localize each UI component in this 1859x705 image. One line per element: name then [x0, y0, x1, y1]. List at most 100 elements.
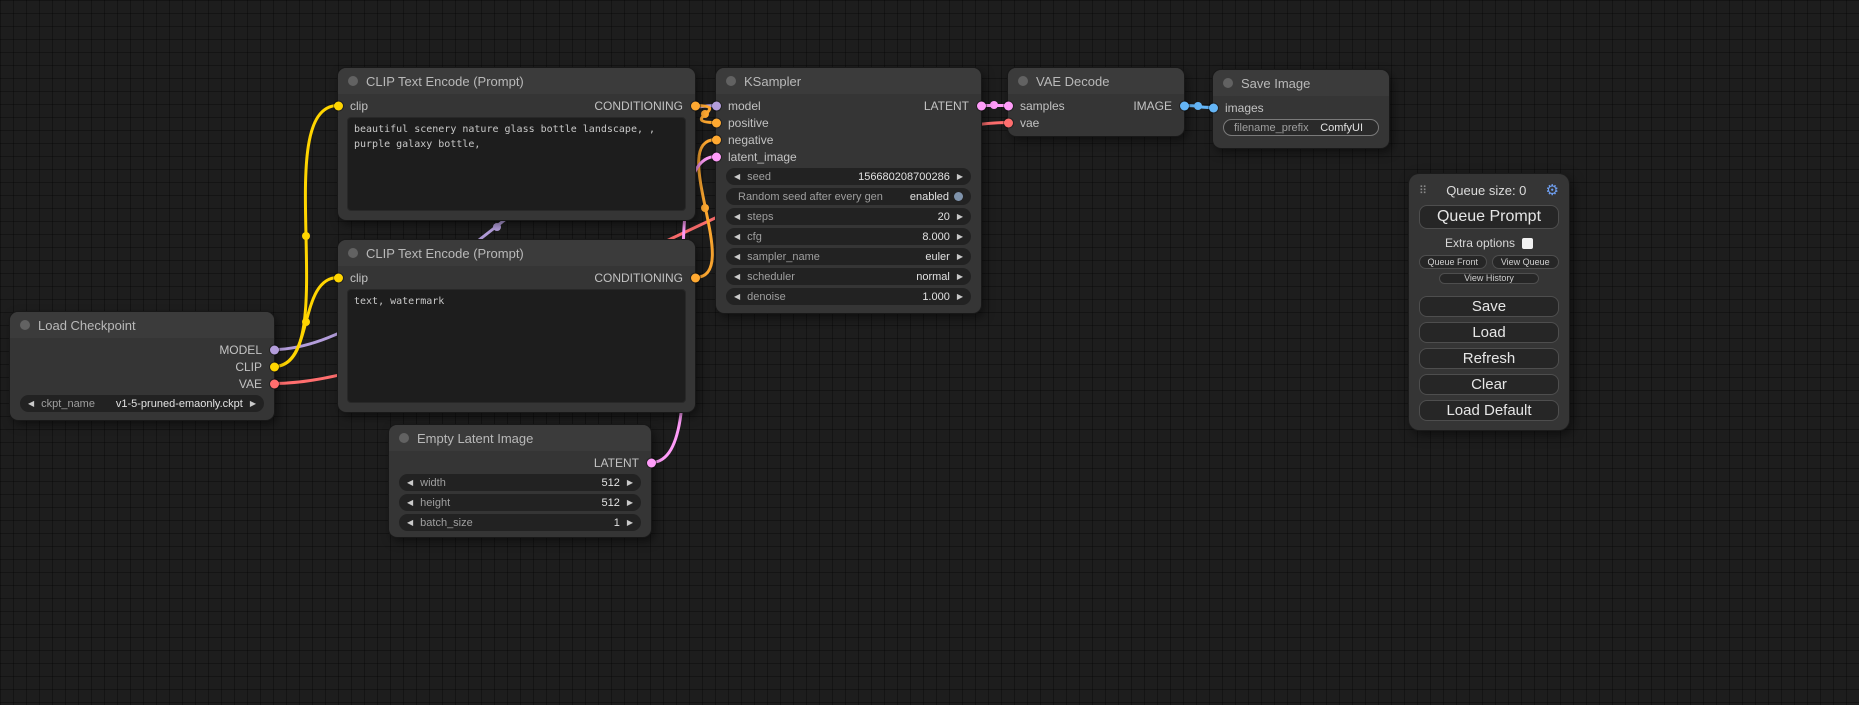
- load-button[interactable]: Load: [1419, 322, 1559, 343]
- node-title-bar[interactable]: VAE Decode: [1008, 68, 1184, 94]
- extra-options-checkbox[interactable]: [1522, 238, 1533, 249]
- increment-arrow-icon[interactable]: ▶: [627, 519, 633, 527]
- node-collapse-dot-icon[interactable]: [348, 248, 358, 258]
- node-collapse-dot-icon[interactable]: [1018, 76, 1028, 86]
- scheduler-widget[interactable]: ◀ scheduler normal ▶: [726, 268, 971, 285]
- increment-arrow-icon[interactable]: ▶: [957, 233, 963, 241]
- decrement-arrow-icon[interactable]: ◀: [407, 479, 413, 487]
- extra-options-label: Extra options: [1445, 236, 1515, 250]
- clip-input-dot[interactable]: [334, 273, 343, 282]
- input-slot-negative: negative: [716, 131, 981, 148]
- node-title-bar[interactable]: CLIP Text Encode (Prompt): [338, 240, 695, 266]
- vae-input-dot[interactable]: [1004, 118, 1013, 127]
- node-title: CLIP Text Encode (Prompt): [366, 246, 524, 261]
- node-collapse-dot-icon[interactable]: [1223, 78, 1233, 88]
- node-title-bar[interactable]: CLIP Text Encode (Prompt): [338, 68, 695, 94]
- latent-output-dot[interactable]: [977, 101, 986, 110]
- height-widget[interactable]: ◀ height 512 ▶: [399, 494, 641, 511]
- decrement-arrow-icon[interactable]: ◀: [734, 233, 740, 241]
- positive-input-dot[interactable]: [712, 118, 721, 127]
- increment-arrow-icon[interactable]: ▶: [957, 293, 963, 301]
- batch-size-widget[interactable]: ◀ batch_size 1 ▶: [399, 514, 641, 531]
- increment-arrow-icon[interactable]: ▶: [627, 499, 633, 507]
- conditioning-output-dot[interactable]: [691, 101, 700, 110]
- decrement-arrow-icon[interactable]: ◀: [734, 213, 740, 221]
- slot-label: latent_image: [728, 150, 797, 164]
- decrement-arrow-icon[interactable]: ◀: [734, 173, 740, 181]
- node-collapse-dot-icon[interactable]: [399, 433, 409, 443]
- settings-gear-icon[interactable]: ⚙: [1546, 181, 1559, 199]
- refresh-button[interactable]: Refresh: [1419, 348, 1559, 369]
- conditioning-output-dot[interactable]: [691, 273, 700, 282]
- positive-prompt-textarea[interactable]: beautiful scenery nature glass bottle la…: [347, 117, 686, 211]
- width-widget[interactable]: ◀ width 512 ▶: [399, 474, 641, 491]
- model-input-dot[interactable]: [712, 101, 721, 110]
- model-output-dot[interactable]: [270, 345, 279, 354]
- increment-arrow-icon[interactable]: ▶: [957, 253, 963, 261]
- clip-output-dot[interactable]: [270, 362, 279, 371]
- node-collapse-dot-icon[interactable]: [726, 76, 736, 86]
- widget-label: filename_prefix: [1234, 122, 1309, 134]
- increment-arrow-icon[interactable]: ▶: [957, 273, 963, 281]
- save-button[interactable]: Save: [1419, 296, 1559, 317]
- decrement-arrow-icon[interactable]: ◀: [28, 400, 34, 408]
- vae-output-dot[interactable]: [270, 379, 279, 388]
- node-collapse-dot-icon[interactable]: [20, 320, 30, 330]
- ckpt-name-widget[interactable]: ◀ ckpt_name v1-5-pruned-emaonly.ckpt ▶: [20, 395, 264, 412]
- random-seed-toggle-widget[interactable]: Random seed after every gen enabled: [726, 188, 971, 205]
- decrement-arrow-icon[interactable]: ◀: [734, 293, 740, 301]
- widget-label: seed: [747, 171, 771, 183]
- wire-midpoint-dot: [493, 223, 501, 231]
- node-graph-canvas[interactable]: Load Checkpoint MODEL CLIP VAE ◀ ckpt_na…: [0, 0, 1859, 705]
- cfg-widget[interactable]: ◀ cfg 8.000 ▶: [726, 228, 971, 245]
- node-clip-text-encode-negative[interactable]: CLIP Text Encode (Prompt) clip CONDITION…: [338, 240, 695, 412]
- node-empty-latent-image[interactable]: Empty Latent Image LATENT ◀ width 512 ▶ …: [389, 425, 651, 537]
- toggle-dot-icon[interactable]: [954, 192, 963, 201]
- slot-label: CONDITIONING: [594, 271, 683, 285]
- negative-prompt-textarea[interactable]: text, watermark: [347, 289, 686, 403]
- widget-label: scheduler: [747, 271, 795, 283]
- node-title-bar[interactable]: Save Image: [1213, 70, 1389, 96]
- node-title-bar[interactable]: Empty Latent Image: [389, 425, 651, 451]
- negative-input-dot[interactable]: [712, 135, 721, 144]
- node-title-bar[interactable]: KSampler: [716, 68, 981, 94]
- output-slot-latent: LATENT: [389, 454, 651, 471]
- node-save-image[interactable]: Save Image images filename_prefix ComfyU…: [1213, 70, 1389, 148]
- queue-prompt-button[interactable]: Queue Prompt: [1419, 205, 1559, 229]
- node-vae-decode[interactable]: VAE Decode samples IMAGE vae: [1008, 68, 1184, 136]
- decrement-arrow-icon[interactable]: ◀: [734, 253, 740, 261]
- increment-arrow-icon[interactable]: ▶: [250, 400, 256, 408]
- decrement-arrow-icon[interactable]: ◀: [407, 499, 413, 507]
- load-default-button[interactable]: Load Default: [1419, 400, 1559, 421]
- seed-widget[interactable]: ◀ seed 156680208700286 ▶: [726, 168, 971, 185]
- decrement-arrow-icon[interactable]: ◀: [734, 273, 740, 281]
- view-queue-button[interactable]: View Queue: [1492, 255, 1560, 269]
- steps-widget[interactable]: ◀ steps 20 ▶: [726, 208, 971, 225]
- images-input-dot[interactable]: [1209, 103, 1218, 112]
- node-collapse-dot-icon[interactable]: [348, 76, 358, 86]
- node-clip-text-encode-positive[interactable]: CLIP Text Encode (Prompt) clip CONDITION…: [338, 68, 695, 220]
- sampler-name-widget[interactable]: ◀ sampler_name euler ▶: [726, 248, 971, 265]
- denoise-widget[interactable]: ◀ denoise 1.000 ▶: [726, 288, 971, 305]
- wire-midpoint-dot: [701, 204, 709, 212]
- latent-output-dot[interactable]: [647, 458, 656, 467]
- clip-input-dot[interactable]: [334, 101, 343, 110]
- node-title: VAE Decode: [1036, 74, 1109, 89]
- comfy-menu-panel: ⠿ Queue size: 0 ⚙ Queue Prompt Extra opt…: [1409, 174, 1569, 430]
- samples-input-dot[interactable]: [1004, 101, 1013, 110]
- view-history-button[interactable]: View History: [1439, 273, 1540, 284]
- latent-image-input-dot[interactable]: [712, 152, 721, 161]
- node-load-checkpoint[interactable]: Load Checkpoint MODEL CLIP VAE ◀ ckpt_na…: [10, 312, 274, 420]
- drag-handle-icon[interactable]: ⠿: [1419, 184, 1427, 197]
- increment-arrow-icon[interactable]: ▶: [957, 173, 963, 181]
- slot-label: clip: [350, 99, 368, 113]
- image-output-dot[interactable]: [1180, 101, 1189, 110]
- decrement-arrow-icon[interactable]: ◀: [407, 519, 413, 527]
- increment-arrow-icon[interactable]: ▶: [957, 213, 963, 221]
- clear-button[interactable]: Clear: [1419, 374, 1559, 395]
- increment-arrow-icon[interactable]: ▶: [627, 479, 633, 487]
- queue-front-button[interactable]: Queue Front: [1419, 255, 1487, 269]
- filename-prefix-widget[interactable]: filename_prefix ComfyUI: [1223, 119, 1379, 136]
- node-ksampler[interactable]: KSampler model LATENT positive negative …: [716, 68, 981, 313]
- node-title-bar[interactable]: Load Checkpoint: [10, 312, 274, 338]
